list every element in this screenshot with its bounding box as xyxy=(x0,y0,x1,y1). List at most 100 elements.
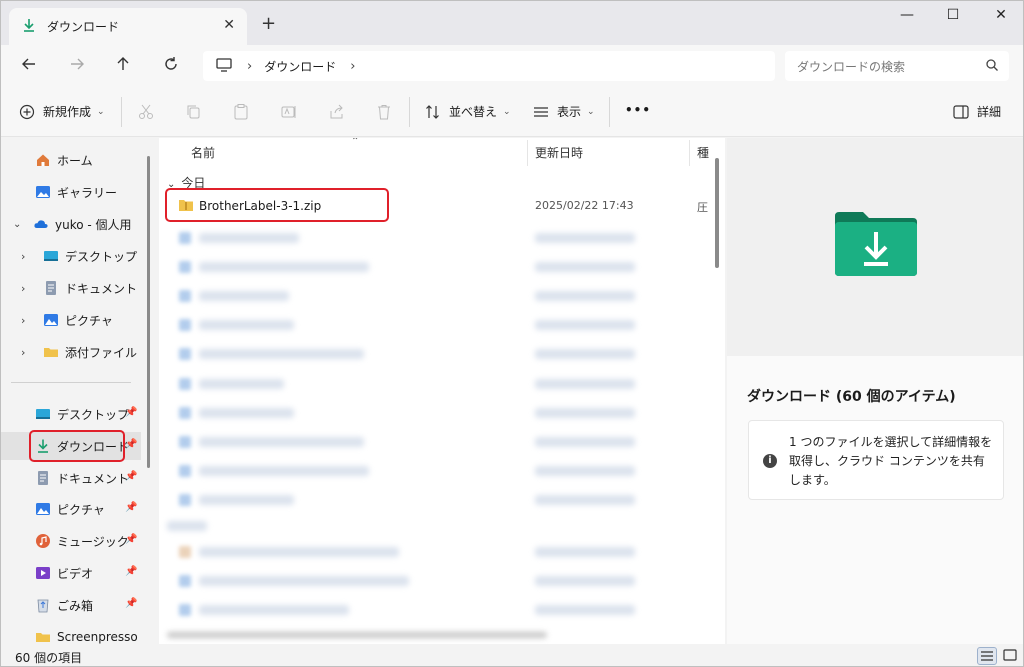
highlight-box xyxy=(165,188,389,222)
sort-label: 並べ替え xyxy=(449,105,498,119)
sidebar-item-od-attachments[interactable]: › 添付ファイル xyxy=(1,338,141,366)
file-list: ⌃ 名前 更新日時 種 ⌄ 今日 BrotherLabel-3-1.zip 202… xyxy=(159,138,725,644)
music-icon xyxy=(36,534,50,548)
column-header-name[interactable]: 名前 xyxy=(191,144,215,161)
up-arrow-icon xyxy=(117,57,129,70)
view-button[interactable]: 表示 ⌄ xyxy=(533,103,595,120)
blurred-text xyxy=(199,349,364,359)
blurred-file-icon xyxy=(179,494,191,506)
copy-icon[interactable] xyxy=(185,103,203,121)
sidebar-item-pictures[interactable]: ピクチャ 📌 xyxy=(1,495,141,523)
sidebar-item-videos[interactable]: ビデオ 📌 xyxy=(1,559,141,587)
sidebar-item-documents[interactable]: ドキュメント 📌 xyxy=(1,464,141,492)
column-divider[interactable] xyxy=(527,140,528,166)
new-tab-button[interactable]: + xyxy=(261,13,276,34)
pin-icon: 📌 xyxy=(125,471,138,482)
blurred-file-icon xyxy=(179,232,191,244)
blurred-text xyxy=(535,576,635,586)
blurred-text xyxy=(199,262,369,272)
info-text: 1 つのファイルを選択して詳細情報を取得し、クラウド コンテンツを共有します。 xyxy=(789,435,993,487)
tab-close-button[interactable]: ✕ xyxy=(223,17,235,33)
highlight-box xyxy=(29,430,125,462)
chevron-down-icon: ⌄ xyxy=(97,106,105,117)
column-divider[interactable] xyxy=(689,140,690,166)
blurred-text xyxy=(535,408,635,418)
onedrive-cloud-icon xyxy=(34,220,48,228)
sort-ascending-icon: ⌃ xyxy=(351,138,360,147)
rename-icon[interactable] xyxy=(280,103,298,121)
sidebar-label: デスクトップ xyxy=(57,407,130,422)
documents-icon xyxy=(46,281,56,295)
new-button[interactable]: 新規作成 ⌄ xyxy=(19,103,105,120)
blurred-text xyxy=(535,547,635,557)
tab-downloads[interactable]: ダウンロード ✕ xyxy=(9,8,247,45)
navigation-pane: ホーム ギャラリー ⌄ yuko - 個人用 › デスクトップ › ドキュメント… xyxy=(1,138,157,644)
refresh-button[interactable] xyxy=(159,55,183,79)
sort-button[interactable]: 並べ替え ⌄ xyxy=(425,103,511,120)
sidebar-item-od-documents[interactable]: › ドキュメント xyxy=(1,274,141,302)
paste-icon[interactable] xyxy=(232,103,250,121)
blurred-text xyxy=(535,466,635,476)
sidebar-label: ピクチャ xyxy=(57,502,105,517)
sidebar-label: ホーム xyxy=(57,153,93,168)
desktop-icon xyxy=(36,409,50,419)
blurred-text xyxy=(535,233,635,243)
blurred-text xyxy=(199,547,399,557)
info-card: i 1 つのファイルを選択して詳細情報を取得し、クラウド コンテンツを共有します… xyxy=(748,420,1004,500)
column-header-type[interactable]: 種 xyxy=(697,144,709,161)
tiles-view-button[interactable] xyxy=(1001,647,1021,665)
maximize-button[interactable]: ☐ xyxy=(935,7,971,27)
sidebar-item-recycle-bin[interactable]: ごみ箱 📌 xyxy=(1,591,141,619)
chevron-right-icon[interactable]: › xyxy=(21,250,43,263)
pictures-icon xyxy=(36,503,50,515)
file-date: 2025/02/22 17:43 xyxy=(535,199,634,212)
close-button[interactable]: ✕ xyxy=(983,7,1019,27)
sidebar-item-desktop[interactable]: デスクトップ 📌 xyxy=(1,400,141,428)
chevron-down-icon[interactable]: ⌄ xyxy=(13,219,27,230)
chevron-down-icon: ⌄ xyxy=(587,106,595,117)
sidebar-scrollbar[interactable] xyxy=(147,156,150,468)
pin-icon: 📌 xyxy=(125,566,138,577)
sidebar-label: ドキュメント xyxy=(65,281,138,296)
chevron-right-icon[interactable]: › xyxy=(21,282,43,295)
blurred-file-icon xyxy=(179,436,191,448)
share-icon[interactable] xyxy=(328,103,346,121)
horizontal-scrollbar xyxy=(167,632,547,638)
sidebar-item-screenpresso[interactable]: Screenpresso xyxy=(1,623,141,644)
details-view-button[interactable] xyxy=(977,647,997,665)
chevron-right-icon[interactable]: › xyxy=(247,59,252,74)
blurred-text xyxy=(199,291,289,301)
sidebar-label: ごみ箱 xyxy=(57,598,94,613)
blurred-text xyxy=(535,320,635,330)
sidebar-item-music[interactable]: ミュージック 📌 xyxy=(1,527,141,555)
sidebar-item-od-desktop[interactable]: › デスクトップ xyxy=(1,242,141,270)
minimize-button[interactable]: — xyxy=(889,7,925,27)
file-list-scrollbar[interactable] xyxy=(715,158,719,268)
chevron-right-icon[interactable]: › xyxy=(350,59,355,74)
sidebar-item-od-pictures[interactable]: › ピクチャ xyxy=(1,306,141,334)
back-button[interactable] xyxy=(17,55,41,79)
blurred-file-icon xyxy=(179,407,191,419)
chevron-right-icon[interactable]: › xyxy=(21,314,43,327)
blurred-text xyxy=(535,349,635,359)
column-header-date[interactable]: 更新日時 xyxy=(535,144,583,161)
search-input[interactable]: ダウンロードの検索 xyxy=(785,51,1009,81)
forward-button[interactable] xyxy=(65,55,89,79)
new-label: 新規作成 xyxy=(43,105,92,119)
chevron-right-icon[interactable]: › xyxy=(21,346,43,359)
download-icon xyxy=(21,17,37,36)
blurred-file-icon xyxy=(179,261,191,273)
sidebar-item-home[interactable]: ホーム xyxy=(1,146,141,174)
breadcrumb-downloads[interactable]: ダウンロード xyxy=(264,58,336,75)
up-button[interactable] xyxy=(111,55,135,79)
sidebar-label: デスクトップ xyxy=(65,249,138,264)
address-bar[interactable]: › ダウンロード › xyxy=(203,51,775,81)
sidebar-item-onedrive[interactable]: ⌄ yuko - 個人用 xyxy=(1,210,141,238)
delete-icon[interactable] xyxy=(375,103,393,121)
sidebar-item-gallery[interactable]: ギャラリー xyxy=(1,178,141,206)
toolbar-divider xyxy=(409,97,410,127)
cut-icon[interactable] xyxy=(137,103,155,121)
more-options-button[interactable]: ••• xyxy=(625,103,651,117)
details-pane-button[interactable]: 詳細 xyxy=(953,103,1001,120)
refresh-icon xyxy=(165,57,177,70)
